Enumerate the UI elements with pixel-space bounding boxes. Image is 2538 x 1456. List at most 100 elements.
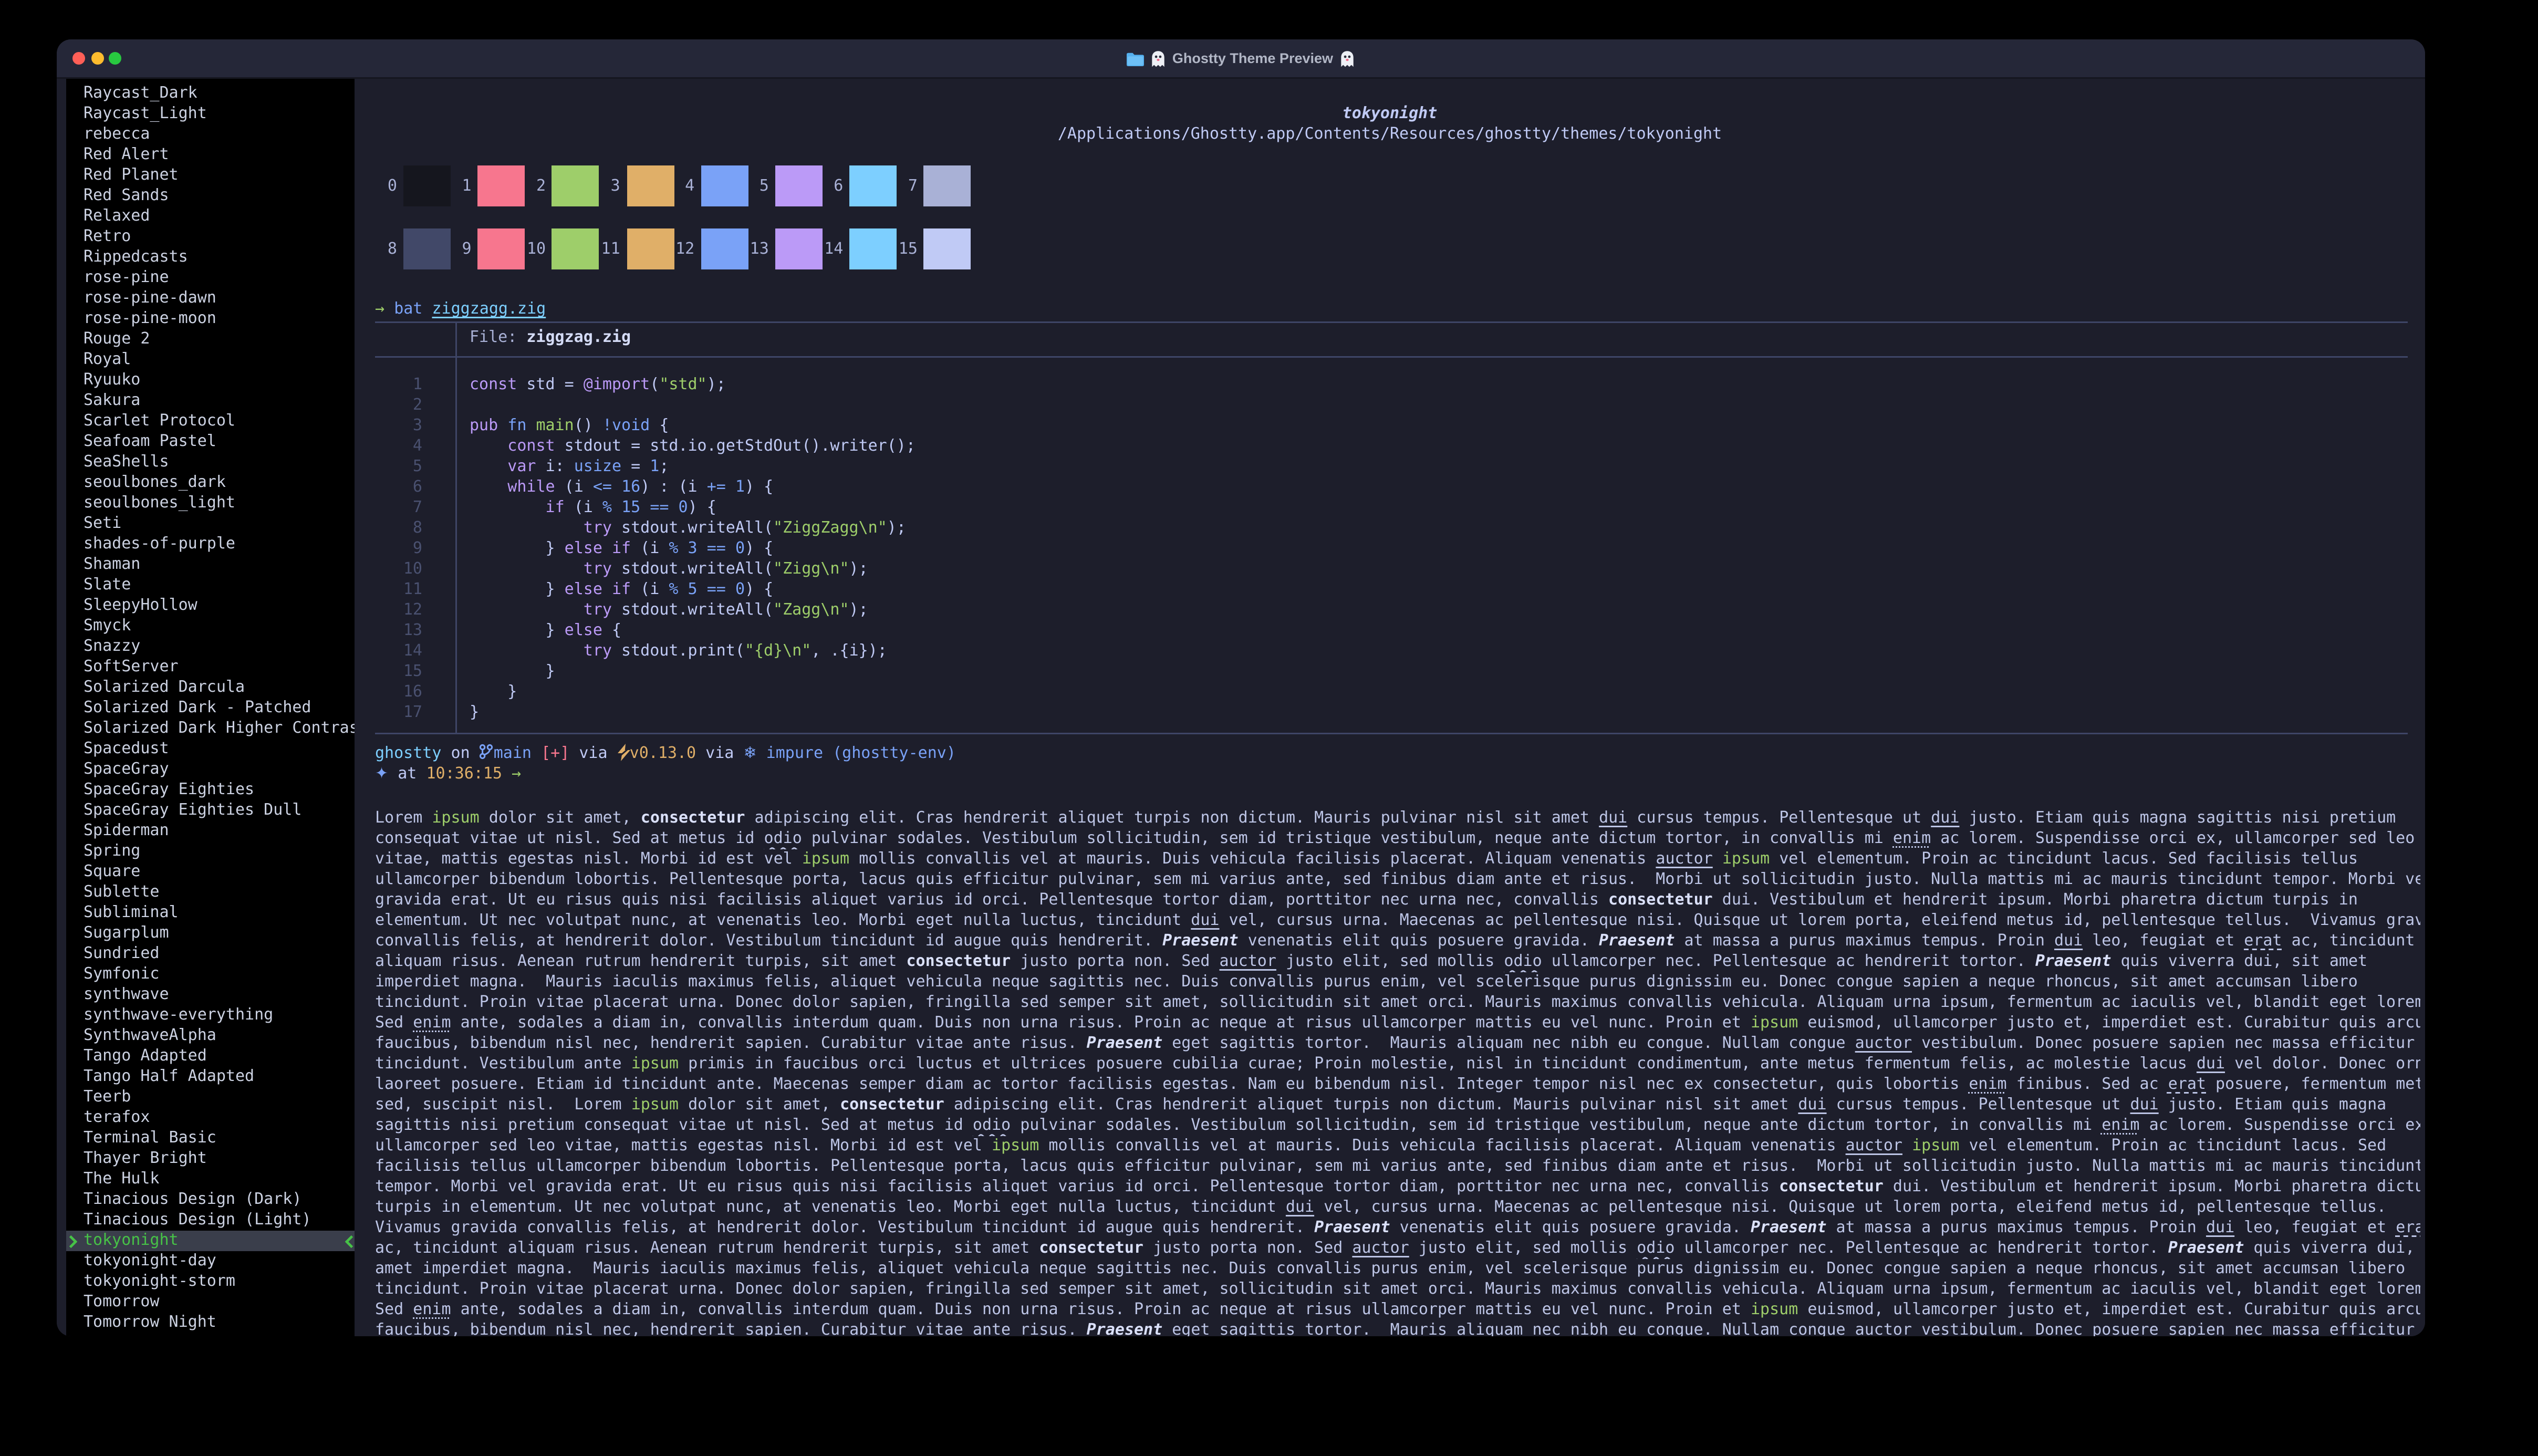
palette-index: 10: [525, 241, 546, 258]
window-title: Ghostty Theme Preview: [1172, 50, 1333, 66]
title-bar[interactable]: Ghostty Theme Preview: [57, 39, 2425, 79]
theme-list-item[interactable]: seoulbones_dark: [66, 473, 355, 493]
code-line: 6 while (i <= 16) : (i += 1) {: [355, 477, 2425, 498]
theme-list-item[interactable]: Red Planet: [66, 165, 355, 186]
theme-list-item[interactable]: seoulbones_light: [66, 493, 355, 514]
theme-list-item[interactable]: Sublette: [66, 882, 355, 903]
star-icon: ✦: [375, 766, 388, 783]
theme-list-pane[interactable]: Raycast_DarkRaycast_LightrebeccaRed Aler…: [66, 79, 355, 1336]
theme-list-item[interactable]: Raycast_Light: [66, 104, 355, 124]
ghost-icon: [1339, 50, 1355, 67]
theme-list-item[interactable]: Relaxed: [66, 206, 355, 227]
theme-list-item[interactable]: Tinacious Design (Dark): [66, 1190, 355, 1210]
text-line: facilisis tellus ullamcorper bibendum lo…: [375, 1157, 2420, 1177]
theme-list-item[interactable]: Rippedcasts: [66, 247, 355, 268]
preview-pane[interactable]: tokyonight /Applications/Ghostty.app/Con…: [355, 79, 2425, 1336]
theme-list-item[interactable]: The Hulk: [66, 1169, 355, 1190]
theme-list-item[interactable]: Sugarplum: [66, 923, 355, 944]
minimize-button[interactable]: [91, 52, 103, 65]
theme-list-item[interactable]: Tomorrow: [66, 1292, 355, 1313]
color-swatch-6: [849, 165, 897, 206]
bat-header-rule-bottom: [375, 356, 2408, 358]
theme-list-item[interactable]: Smyck: [66, 616, 355, 637]
close-button[interactable]: [72, 52, 85, 65]
color-swatch-3: [627, 165, 674, 206]
theme-list-item[interactable]: Sakura: [66, 391, 355, 411]
theme-list-item[interactable]: Symfonic: [66, 964, 355, 985]
theme-list-item[interactable]: tokyonight-day: [66, 1251, 355, 1272]
theme-list-item[interactable]: shades-of-purple: [66, 534, 355, 555]
theme-list-item[interactable]: Rouge 2: [66, 329, 355, 350]
text-line: ullamcorper sed leo vitae, mattis egesta…: [375, 1136, 2420, 1157]
theme-list-item[interactable]: Solarized Dark - Patched: [66, 698, 355, 719]
theme-list-item[interactable]: SpaceGray Eighties Dull: [66, 800, 355, 821]
theme-list-item[interactable]: Terminal Basic: [66, 1128, 355, 1149]
theme-list-item[interactable]: SoftServer: [66, 657, 355, 678]
code-line: 7 if (i % 15 == 0) {: [355, 498, 2425, 518]
theme-list-item[interactable]: Thayer Bright: [66, 1149, 355, 1169]
code-line: 12 try stdout.writeAll("Zagg\n");: [355, 600, 2425, 621]
theme-name: tokyonight: [355, 104, 2425, 124]
theme-list-item[interactable]: tokyonight-storm: [66, 1272, 355, 1292]
theme-list-item[interactable]: SeaShells: [66, 452, 355, 473]
text-line: consequat vitae ut nisl. Sed at metus id…: [375, 829, 2420, 849]
theme-list-item[interactable]: Tomorrow Night: [66, 1313, 355, 1333]
text-line: convallis felis, at hendrerit dolor. Ves…: [375, 931, 2420, 952]
theme-list-item[interactable]: rose-pine-moon: [66, 309, 355, 329]
theme-list-item[interactable]: Raycast_Dark: [66, 84, 355, 104]
text-line: Sed enim ante, sodales a diam in, conval…: [375, 1013, 2420, 1034]
theme-list-item[interactable]: synthwave: [66, 985, 355, 1005]
palette-cell-0: 0: [377, 165, 451, 206]
theme-list-item[interactable]: Spring: [66, 841, 355, 862]
palette-index: 5: [748, 178, 769, 195]
theme-list-item[interactable]: Solarized Darcula: [66, 678, 355, 698]
palette-cell-14: 14: [823, 228, 897, 269]
bat-footer-rule: [375, 733, 2408, 734]
code-line: 17}: [355, 703, 2425, 723]
theme-list-item[interactable]: Tango Adapted: [66, 1046, 355, 1067]
theme-list-item[interactable]: SleepyHollow: [66, 596, 355, 616]
theme-list-item[interactable]: Subliminal: [66, 903, 355, 923]
theme-list-item[interactable]: Slate: [66, 575, 355, 596]
command-program: bat: [394, 301, 422, 318]
theme-list-item[interactable]: Sundried: [66, 944, 355, 964]
theme-list-item[interactable]: Spacedust: [66, 739, 355, 760]
theme-list-item[interactable]: Red Sands: [66, 186, 355, 206]
theme-list-item[interactable]: SpaceGray Eighties: [66, 780, 355, 800]
theme-list-item[interactable]: SpaceGray: [66, 760, 355, 780]
theme-list-item[interactable]: Seti: [66, 514, 355, 534]
palette-index: 0: [377, 178, 397, 195]
theme-list-item[interactable]: Tinacious Design (Light): [66, 1210, 355, 1231]
theme-list-item[interactable]: SynthwaveAlpha: [66, 1026, 355, 1046]
theme-list-item[interactable]: synthwave-everything: [66, 1005, 355, 1026]
theme-list-item[interactable]: Scarlet Protocol: [66, 411, 355, 432]
theme-list-item[interactable]: Red Alert: [66, 145, 355, 165]
theme-list-item[interactable]: Shaman: [66, 555, 355, 575]
theme-list-item[interactable]: Ryuuko: [66, 370, 355, 391]
theme-list-item[interactable]: Square: [66, 862, 355, 882]
theme-list-item[interactable]: Spiderman: [66, 821, 355, 841]
palette-cell-6: 6: [823, 165, 897, 206]
text-line: turpis in elementum. Ut nec volutpat nun…: [375, 1198, 2420, 1218]
theme-list-item[interactable]: terafox: [66, 1108, 355, 1128]
theme-list-item[interactable]: Royal: [66, 350, 355, 370]
theme-list-item[interactable]: Teerb: [66, 1087, 355, 1108]
theme-list-item[interactable]: rose-pine-dawn: [66, 288, 355, 309]
theme-list-item[interactable]: Tango Half Adapted: [66, 1067, 355, 1087]
code-line: 2: [355, 396, 2425, 416]
theme-list-item[interactable]: rebecca: [66, 124, 355, 145]
text-line: elementum. Ut nec volutpat nunc, at vene…: [375, 911, 2420, 931]
palette-cell-13: 13: [748, 228, 823, 269]
theme-list-item[interactable]: Seafoam Pastel: [66, 432, 355, 452]
theme-list-item-selected[interactable]: tokyonight: [66, 1231, 355, 1251]
theme-list-item[interactable]: Solarized Dark Higher Contrast: [66, 719, 355, 739]
palette-index: 3: [600, 178, 620, 195]
ghostty-window: Ghostty Theme Preview Raycast_DarkRaycas…: [57, 39, 2425, 1336]
theme-list-item[interactable]: Retro: [66, 227, 355, 247]
prompt-input-line[interactable]: ✦ at 10:36:15 →: [375, 764, 956, 785]
theme-list-item[interactable]: rose-pine: [66, 268, 355, 288]
theme-list-item[interactable]: Snazzy: [66, 637, 355, 657]
zoom-button[interactable]: [109, 52, 121, 65]
color-swatch-13: [775, 228, 823, 269]
line-number: 14: [355, 641, 422, 662]
